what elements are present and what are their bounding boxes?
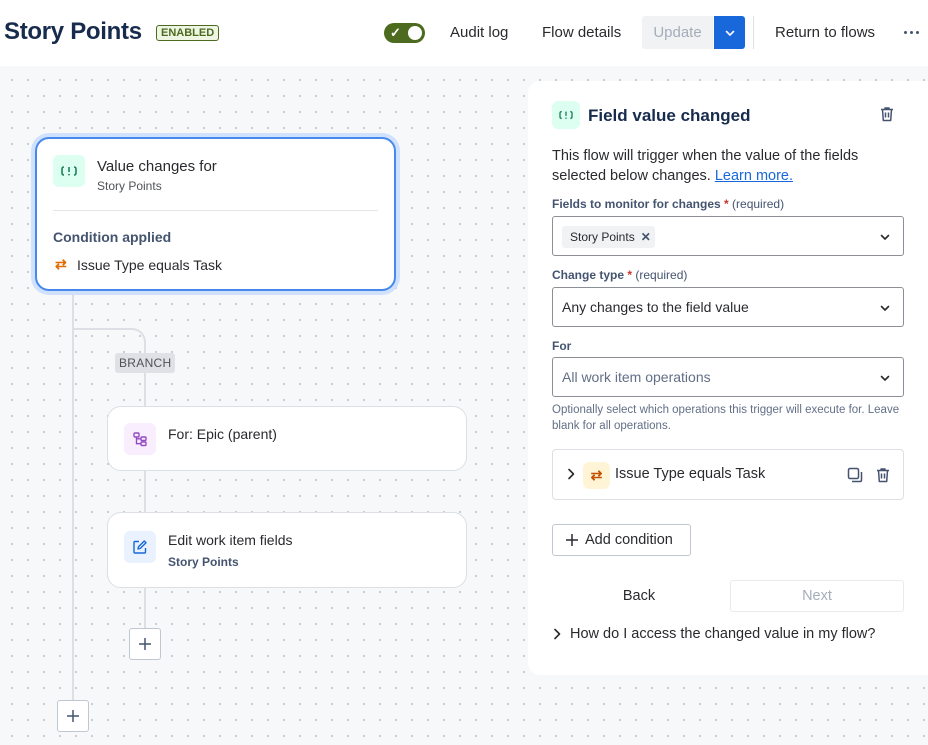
add-step-branch-button[interactable] bbox=[129, 628, 161, 660]
faq-expander[interactable]: How do I access the changed value in my … bbox=[552, 626, 875, 642]
header-divider bbox=[753, 16, 754, 49]
condition-row-text: Issue Type equals Task bbox=[615, 466, 766, 482]
delete-trigger-button[interactable] bbox=[878, 105, 896, 128]
check-icon: ✓ bbox=[390, 25, 401, 40]
fields-label-text: Fields to monitor for changes bbox=[552, 197, 721, 211]
required-star: * bbox=[627, 268, 633, 282]
field-tag: Story Points ✕ bbox=[562, 226, 655, 248]
action-step-title: Edit work item fields bbox=[168, 532, 293, 548]
field-value-icon bbox=[552, 101, 580, 129]
branch-step-title: For: Epic (parent) bbox=[168, 426, 277, 442]
panel-description: This flow will trigger when the value of… bbox=[552, 146, 892, 186]
fields-label: Fields to monitor for changes * (require… bbox=[552, 197, 784, 211]
panel-title: Field value changed bbox=[588, 106, 751, 125]
required-star: * bbox=[724, 197, 729, 211]
condition-heading: Condition applied bbox=[53, 229, 172, 245]
chevron-down-icon bbox=[725, 30, 734, 36]
audit-log-button[interactable]: Audit log bbox=[450, 24, 508, 42]
trigger-config-panel: Field value changed This flow will trigg… bbox=[528, 81, 928, 675]
divider bbox=[53, 210, 378, 211]
condition-text: Issue Type equals Task bbox=[77, 257, 223, 273]
enabled-toggle[interactable]: ✓ bbox=[384, 23, 425, 43]
next-button[interactable]: Next bbox=[730, 580, 904, 612]
faq-text: How do I access the changed value in my … bbox=[570, 626, 876, 642]
field-value-icon bbox=[53, 155, 85, 187]
top-header: Story Points ENABLED ✓ Audit log Flow de… bbox=[0, 0, 928, 66]
chevron-down-icon bbox=[880, 234, 890, 240]
learn-more-link[interactable]: Learn more. bbox=[715, 168, 793, 184]
update-dropdown-button[interactable] bbox=[714, 16, 745, 49]
update-button[interactable]: Update bbox=[642, 16, 713, 49]
change-type-label-text: Change type bbox=[552, 268, 625, 282]
action-step-card[interactable]: Edit work item fields Story Points bbox=[107, 512, 467, 588]
branch-label: BRANCH bbox=[115, 353, 176, 373]
edit-icon bbox=[124, 531, 156, 563]
page-title: Story Points bbox=[4, 18, 142, 45]
description-text: This flow will trigger when the value of… bbox=[552, 148, 859, 184]
condition-row[interactable]: ⇄ Issue Type equals Task bbox=[552, 449, 904, 500]
trigger-subtitle: Story Points bbox=[97, 179, 162, 193]
main-connector bbox=[72, 291, 74, 701]
operations-placeholder: All work item operations bbox=[562, 369, 711, 385]
hierarchy-icon bbox=[124, 423, 156, 455]
swap-arrows-icon: ⇄ bbox=[583, 462, 610, 489]
trigger-title: Value changes for bbox=[97, 158, 217, 175]
required-text: (required) bbox=[635, 268, 688, 282]
trigger-card[interactable]: Value changes for Story Points Condition… bbox=[35, 137, 396, 291]
remove-tag-icon[interactable]: ✕ bbox=[641, 230, 651, 244]
chevron-right-icon bbox=[554, 628, 561, 640]
operations-help-text: Optionally select which operations this … bbox=[552, 404, 900, 432]
required-text: (required) bbox=[732, 197, 785, 211]
branch-connector-h bbox=[72, 328, 130, 330]
change-type-select[interactable]: Any changes to the field value bbox=[552, 287, 904, 327]
branch-step-card[interactable]: For: Epic (parent) bbox=[107, 406, 467, 471]
more-horizontal-icon[interactable] bbox=[900, 22, 922, 42]
swap-arrows-icon: ⇄ bbox=[55, 256, 67, 272]
return-to-flows-button[interactable]: Return to flows bbox=[775, 24, 875, 42]
chevron-down-icon bbox=[880, 305, 890, 311]
operations-select[interactable]: All work item operations bbox=[552, 357, 904, 397]
action-step-subtitle: Story Points bbox=[168, 555, 239, 569]
trash-icon[interactable] bbox=[874, 466, 892, 484]
status-badge: ENABLED bbox=[156, 25, 220, 41]
back-button[interactable]: Back bbox=[552, 580, 726, 612]
plus-icon bbox=[139, 638, 151, 650]
for-label: For bbox=[552, 339, 572, 353]
plus-icon bbox=[67, 710, 79, 722]
chevron-down-icon bbox=[880, 375, 890, 381]
add-condition-button[interactable]: Add condition bbox=[552, 524, 691, 556]
change-type-value: Any changes to the field value bbox=[562, 299, 749, 315]
add-condition-label: Add condition bbox=[585, 532, 673, 548]
flow-details-button[interactable]: Flow details bbox=[542, 24, 621, 42]
add-step-main-button[interactable] bbox=[57, 700, 89, 732]
field-tag-label: Story Points bbox=[570, 230, 635, 244]
change-type-label: Change type * (required) bbox=[552, 268, 687, 282]
plus-icon bbox=[566, 534, 578, 546]
chevron-right-icon[interactable] bbox=[565, 467, 577, 481]
copy-icon[interactable] bbox=[846, 466, 864, 484]
fields-select[interactable]: Story Points ✕ bbox=[552, 216, 904, 256]
toggle-knob bbox=[408, 26, 422, 40]
trash-icon bbox=[881, 107, 893, 122]
